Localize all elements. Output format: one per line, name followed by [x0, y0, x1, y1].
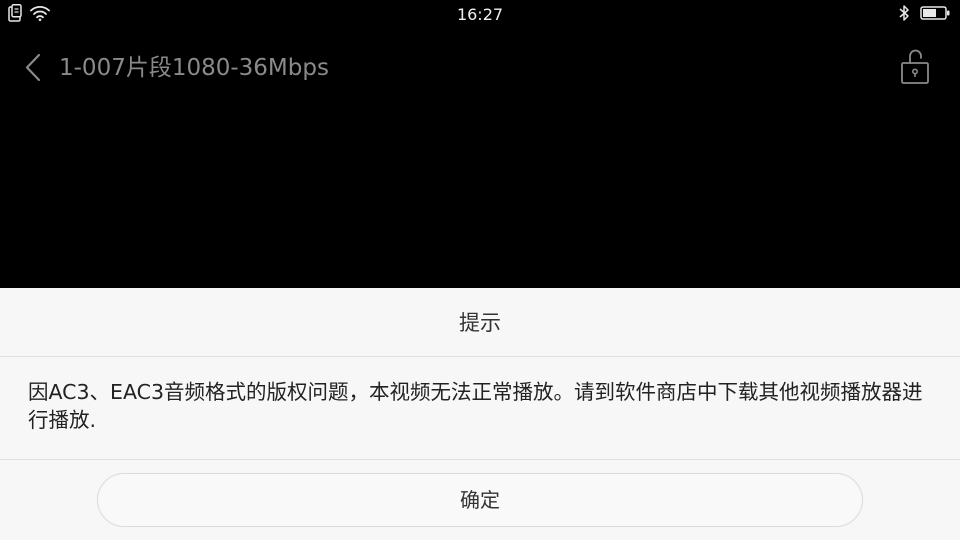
dialog-message-divider [0, 459, 960, 460]
status-bar: 16:27 [0, 0, 960, 30]
video-title: 1-007片段1080-36Mbps [59, 55, 329, 81]
alert-dialog: 提示 因AC3、EAC3音频格式的版权问题，本视频无法正常播放。请到软件商店中下… [0, 288, 960, 540]
video-player-screen: 16:27 1-007片段1080-36Mbps 提示 因AC3、EAC3音频格… [0, 0, 960, 540]
confirm-button[interactable]: 确定 [97, 473, 863, 527]
player-title-bar: 1-007片段1080-36Mbps [0, 40, 960, 96]
screen-lock-button[interactable] [898, 49, 932, 85]
dialog-title-divider [0, 356, 960, 357]
dialog-title: 提示 [459, 311, 501, 335]
battery-icon [920, 5, 950, 25]
dialog-message: 因AC3、EAC3音频格式的版权问题，本视频无法正常播放。请到软件商店中下载其他… [28, 380, 923, 432]
unlock-icon [898, 49, 932, 89]
back-button[interactable] [20, 52, 50, 84]
status-time: 16:27 [456, 5, 504, 24]
status-right-icons [898, 5, 950, 25]
chevron-left-icon [20, 53, 50, 88]
bluetooth-icon [898, 4, 910, 26]
